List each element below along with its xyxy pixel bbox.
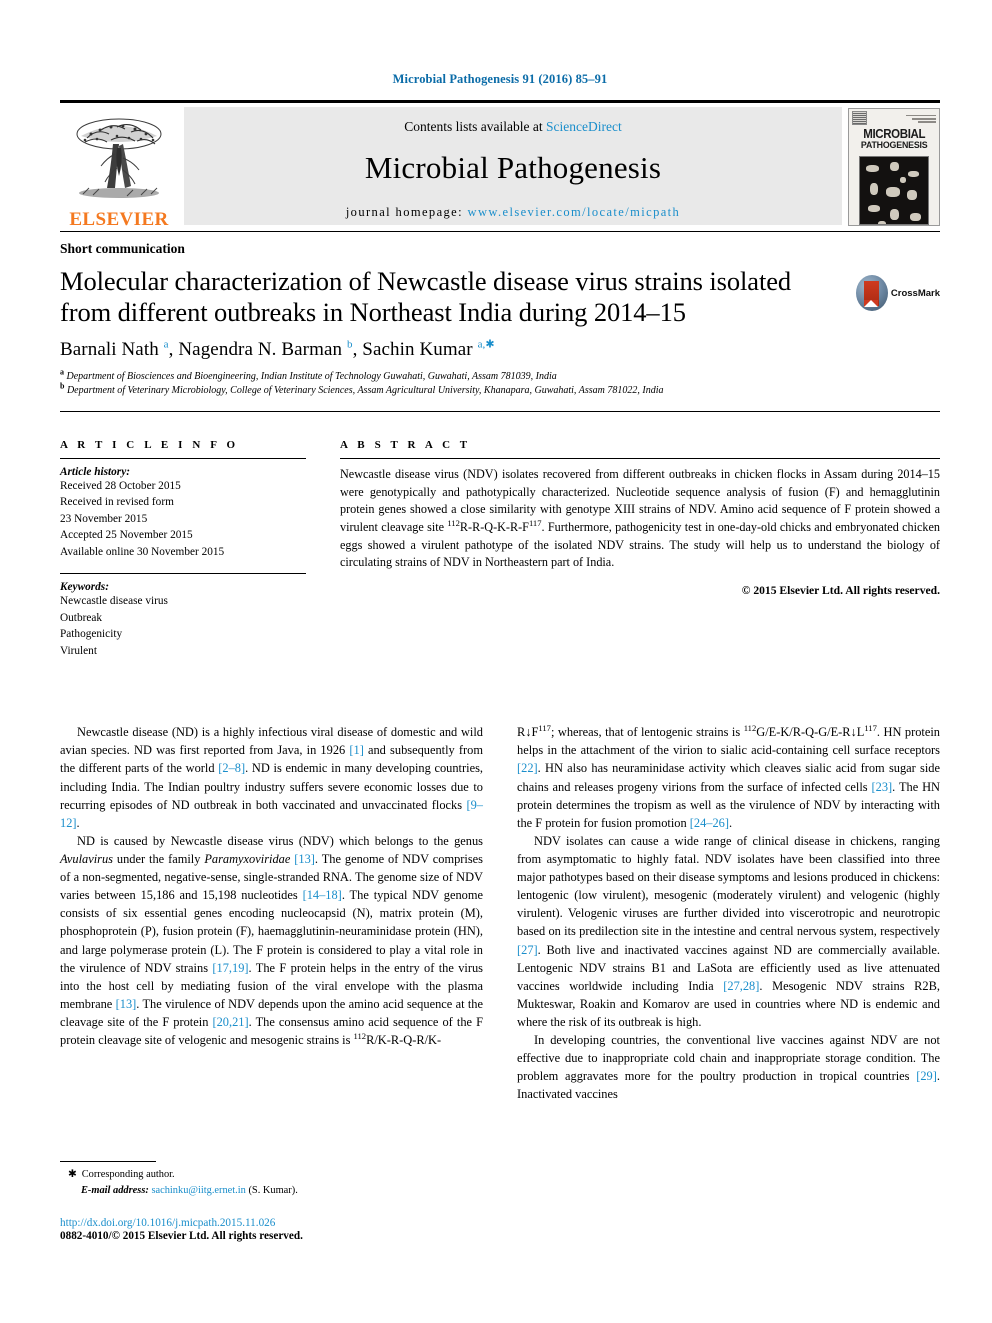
- email-link[interactable]: sachinku@iitg.ernet.in: [151, 1185, 245, 1196]
- keyword-item: Newcastle disease virus: [60, 595, 168, 608]
- crossmark-icon: [856, 275, 888, 311]
- elsevier-tree-icon: [76, 118, 162, 198]
- contents-prefix: Contents lists available at: [404, 118, 543, 134]
- cover-micrograph-image: [859, 155, 929, 225]
- article-info-column: A R T I C L E I N F O Article history: R…: [60, 426, 306, 659]
- issn-copyright-line: 0882-4010/© 2015 Elsevier Ltd. All right…: [60, 1230, 303, 1243]
- body-left-column: Newcastle disease (ND) is a highly infec…: [60, 723, 483, 1103]
- elsevier-wordmark: ELSEVIER: [69, 209, 169, 230]
- abstract-body-wrap: Newcastle disease virus (NDV) isolates r…: [340, 457, 940, 598]
- info-divider: [60, 410, 940, 412]
- affiliation-mark-b: b: [60, 381, 65, 391]
- cover-title-line1: MICROBIAL: [863, 127, 925, 141]
- keyword-item: Outbreak: [60, 611, 103, 624]
- cover-elsevier-icon: [852, 111, 867, 125]
- crossmark-label: CrossMark: [890, 287, 940, 299]
- journal-title: Microbial Pathogenesis: [364, 149, 662, 185]
- paragraph: R↓F117; whereas, that of lentogenic stra…: [517, 723, 940, 830]
- masthead-center: Contents lists available at ScienceDirec…: [184, 107, 842, 225]
- doi-link[interactable]: http://dx.doi.org/10.1016/j.micpath.2015…: [60, 1217, 480, 1229]
- paper-page: Microbial Pathogenesis 91 (2016) 85–91 E…: [0, 0, 992, 1323]
- info-abstract-region: A R T I C L E I N F O Article history: R…: [60, 426, 940, 659]
- page-title: Molecular characterization of Newcastle …: [60, 266, 792, 328]
- history-item: Received in revised form: [60, 496, 174, 509]
- homepage-prefix: journal homepage:: [345, 204, 463, 219]
- cover-textlines: [870, 113, 936, 123]
- paragraph: Newcastle disease (ND) is a highly infec…: [60, 725, 483, 830]
- running-head: Microbial Pathogenesis 91 (2016) 85–91: [392, 72, 608, 86]
- corresponding-author-label: Corresponding author.: [81, 1169, 175, 1180]
- journal-cover-thumbnail: MICROBIAL PATHOGENESIS: [848, 108, 940, 226]
- affiliation-a-text: Department of Biosciences and Bioenginee…: [66, 370, 557, 382]
- body-columns: Newcastle disease (ND) is a highly infec…: [60, 723, 940, 1103]
- affiliation-b-text: Department of Veterinary Microbiology, C…: [66, 384, 664, 396]
- cover-header: [849, 109, 939, 125]
- keyword-item: Pathogenicity: [60, 628, 123, 641]
- journal-masthead: ELSEVIER Contents lists available at Sci…: [60, 100, 940, 231]
- article-section-type: Short communication: [60, 241, 185, 256]
- affiliation-b: b Department of Veterinary Microbiology,…: [60, 381, 940, 398]
- corresponding-author-note: ✱ Corresponding author. E-mail address: s…: [60, 1167, 480, 1198]
- history-item: Received 28 October 2015: [60, 479, 181, 492]
- author-list: Barnali Nath a, Nagendra N. Barman b, Sa…: [60, 338, 495, 360]
- history-item: Accepted 25 November 2015: [60, 529, 193, 542]
- abstract-heading: A B S T R A C T: [340, 438, 471, 451]
- paragraph: ND is caused by Newcastle disease virus …: [60, 833, 484, 1048]
- body-right-column: R↓F117; whereas, that of lentogenic stra…: [517, 723, 940, 1103]
- header-divider: [60, 231, 940, 232]
- article-history-block: Article history: Received 28 October 201…: [60, 457, 306, 560]
- elsevier-logo: ELSEVIER: [60, 103, 178, 231]
- footnote-divider: [60, 1161, 156, 1162]
- keywords-label: Keywords:: [60, 581, 109, 594]
- history-item: Available online 30 November 2015: [60, 545, 225, 558]
- affiliations: a Department of Biosciences and Bioengin…: [60, 367, 940, 398]
- title-row: Molecular characterization of Newcastle …: [60, 266, 940, 329]
- abstract-text: Newcastle disease virus (NDV) isolates r…: [340, 466, 940, 570]
- keywords-block: Keywords: Newcastle disease virus Outbre…: [60, 573, 306, 659]
- corresponding-author-mark: ✱: [68, 1169, 77, 1180]
- affiliation-a: a Department of Biosciences and Bioengin…: [60, 367, 940, 384]
- page-footer: ✱ Corresponding author. E-mail address: s…: [60, 1161, 480, 1242]
- history-item: 23 November 2015: [60, 512, 148, 525]
- paragraph: NDV isolates can cause a wide range of c…: [517, 833, 940, 1030]
- paragraph: In developing countries, the conventiona…: [517, 1033, 940, 1102]
- article-history-label: Article history:: [60, 465, 130, 478]
- cover-journal-name: MICROBIAL PATHOGENESIS: [861, 128, 928, 151]
- cover-title-line2: PATHOGENESIS: [860, 139, 928, 151]
- email-suffix: (S. Kumar).: [248, 1184, 298, 1196]
- abstract-column: A B S T R A C T Newcastle disease virus …: [340, 426, 940, 659]
- affiliation-mark-a: a: [60, 367, 64, 377]
- contents-available-line: Contents lists available at ScienceDirec…: [404, 119, 621, 135]
- abstract-copyright: © 2015 Elsevier Ltd. All rights reserved…: [741, 584, 940, 598]
- journal-homepage-line: journal homepage: www.elsevier.com/locat…: [346, 205, 680, 220]
- homepage-url-link[interactable]: www.elsevier.com/locate/micpath: [468, 205, 681, 219]
- crossmark-badge[interactable]: CrossMark: [856, 270, 940, 316]
- article-info-heading: A R T I C L E I N F O: [60, 438, 239, 451]
- sciencedirect-link[interactable]: ScienceDirect: [546, 119, 622, 134]
- keyword-item: Virulent: [60, 644, 97, 657]
- email-label: E-mail address:: [81, 1184, 149, 1196]
